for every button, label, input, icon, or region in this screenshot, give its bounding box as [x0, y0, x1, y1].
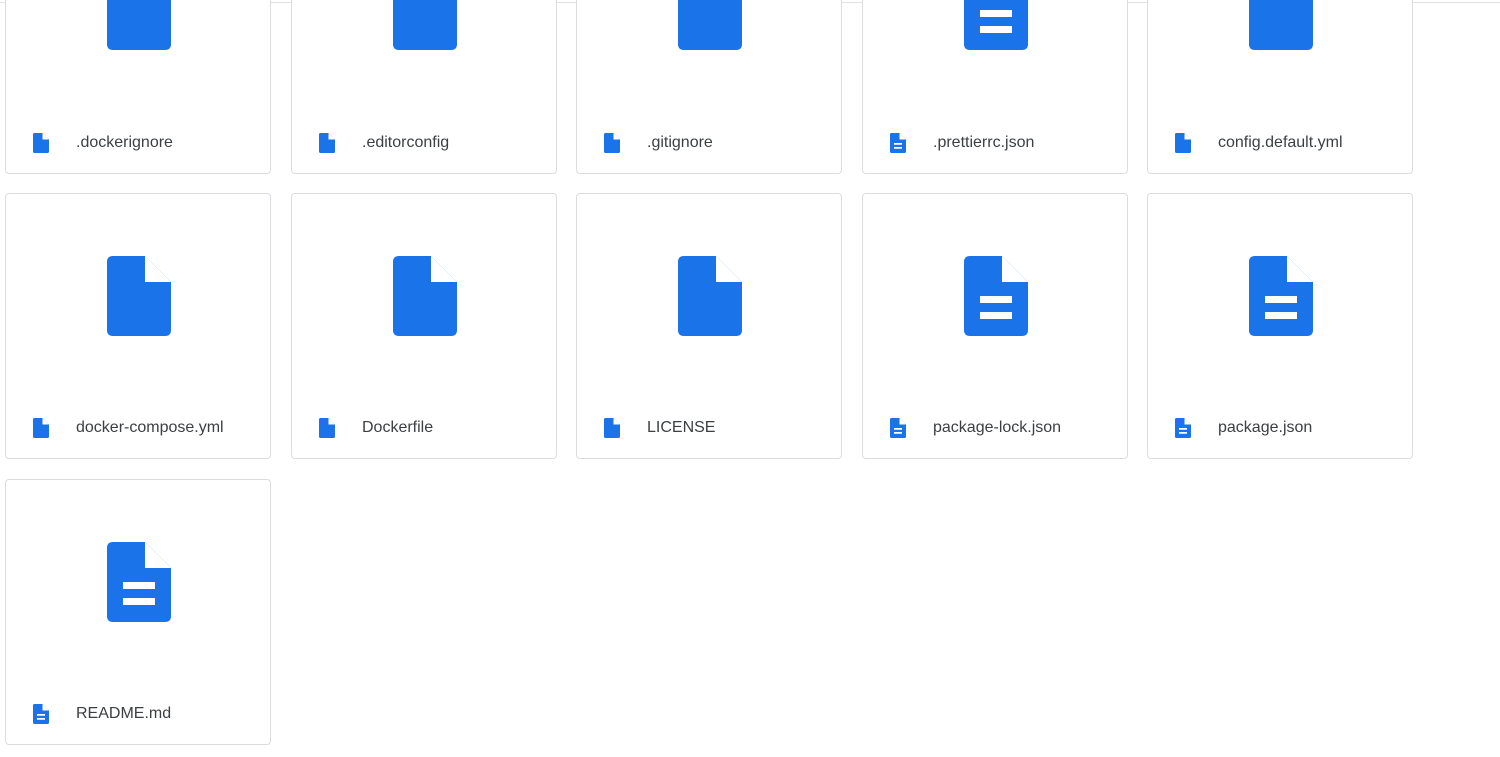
file-card[interactable]: package.json — [1147, 193, 1413, 459]
document-icon — [1249, 256, 1313, 336]
file-name: docker-compose.yml — [76, 419, 224, 436]
file-name: config.default.yml — [1218, 134, 1343, 151]
file-card-footer: docker-compose.yml — [6, 398, 270, 458]
file-card-footer: LICENSE — [577, 398, 841, 458]
file-type-icon — [319, 133, 335, 153]
file-card-footer: .editorconfig — [292, 113, 556, 173]
file-icon — [678, 256, 742, 336]
file-type-icon — [1175, 418, 1191, 438]
file-type-icon — [33, 418, 49, 438]
file-icon — [107, 256, 171, 336]
document-icon — [33, 704, 49, 724]
file-card[interactable]: README.md — [5, 479, 271, 745]
file-icon — [319, 418, 335, 438]
file-icon — [393, 256, 457, 336]
file-name: package.json — [1218, 419, 1313, 436]
document-icon — [964, 0, 1028, 50]
file-card-footer: README.md — [6, 684, 270, 744]
file-name: .dockerignore — [76, 134, 173, 151]
file-name: package-lock.json — [933, 419, 1062, 436]
file-card-footer: Dockerfile — [292, 398, 556, 458]
file-type-icon — [33, 704, 49, 724]
file-icon — [33, 418, 49, 438]
file-type-icon — [1175, 133, 1191, 153]
file-name: LICENSE — [647, 419, 716, 436]
file-card-footer: package-lock.json — [863, 398, 1127, 458]
file-thumbnail — [6, 0, 270, 108]
file-thumbnail — [863, 194, 1127, 394]
file-icon — [1175, 133, 1191, 153]
file-card[interactable]: config.default.yml — [1147, 0, 1413, 174]
document-icon — [107, 542, 171, 622]
file-thumbnail — [1148, 0, 1412, 108]
file-thumbnail — [863, 0, 1127, 108]
file-type-icon — [890, 133, 906, 153]
file-card[interactable]: .editorconfig — [291, 0, 557, 174]
file-card[interactable]: package-lock.json — [862, 193, 1128, 459]
file-card[interactable]: LICENSE — [576, 193, 842, 459]
file-icon — [1249, 0, 1313, 50]
file-card[interactable]: docker-compose.yml — [5, 193, 271, 459]
file-thumbnail — [6, 194, 270, 394]
file-thumbnail — [292, 194, 556, 394]
document-icon — [890, 418, 906, 438]
file-icon — [604, 133, 620, 153]
document-icon — [1175, 418, 1191, 438]
file-icon — [107, 0, 171, 50]
file-card[interactable]: .dockerignore — [5, 0, 271, 174]
file-icon — [393, 0, 457, 50]
file-icon — [319, 133, 335, 153]
file-thumbnail — [577, 0, 841, 108]
file-card[interactable]: .gitignore — [576, 0, 842, 174]
file-card-footer: .gitignore — [577, 113, 841, 173]
file-card-footer: package.json — [1148, 398, 1412, 458]
file-grid: .dockerignore .editorconfig .gitignore .… — [0, 0, 1500, 757]
file-thumbnail — [577, 194, 841, 394]
file-card-footer: .prettierrc.json — [863, 113, 1127, 173]
file-icon — [604, 418, 620, 438]
file-thumbnail — [6, 480, 270, 680]
document-icon — [964, 256, 1028, 336]
file-thumbnail — [292, 0, 556, 108]
file-card[interactable]: .prettierrc.json — [862, 0, 1128, 174]
file-name: Dockerfile — [362, 419, 434, 436]
file-type-icon — [604, 418, 620, 438]
file-card-footer: config.default.yml — [1148, 113, 1412, 173]
document-icon — [890, 133, 906, 153]
file-name: .prettierrc.json — [933, 134, 1035, 151]
file-card-footer: .dockerignore — [6, 113, 270, 173]
file-name: README.md — [76, 705, 172, 722]
file-thumbnail — [1148, 194, 1412, 394]
file-type-icon — [604, 133, 620, 153]
file-name: .gitignore — [647, 134, 713, 151]
file-icon — [33, 133, 49, 153]
file-type-icon — [890, 418, 906, 438]
file-name: .editorconfig — [362, 134, 450, 151]
file-card[interactable]: Dockerfile — [291, 193, 557, 459]
file-icon — [678, 0, 742, 50]
file-type-icon — [319, 418, 335, 438]
file-type-icon — [33, 133, 49, 153]
